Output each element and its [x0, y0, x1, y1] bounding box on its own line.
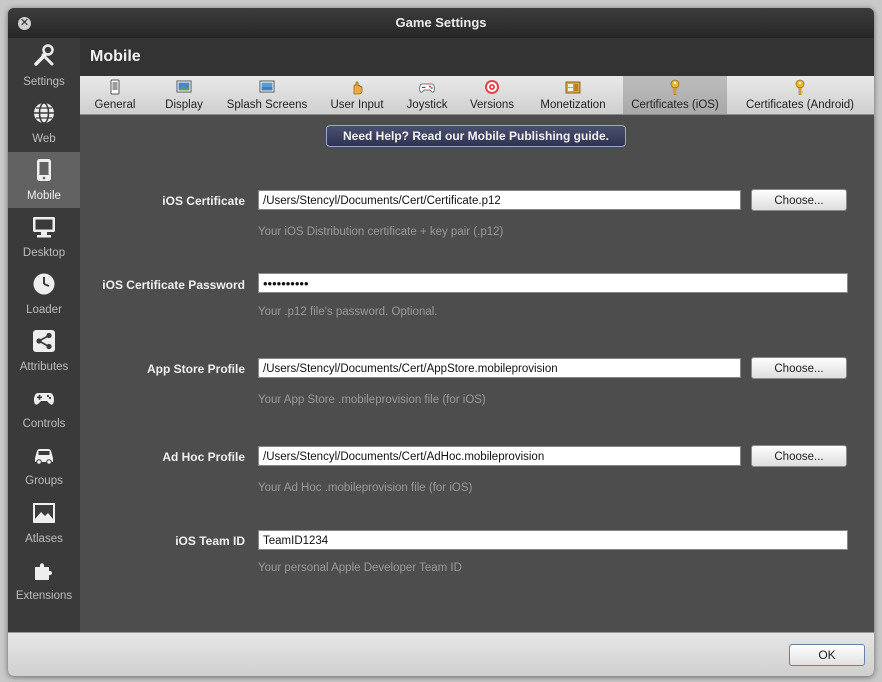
sidebar-item-label: Controls: [22, 418, 66, 430]
close-icon[interactable]: ✕: [18, 17, 31, 30]
share-icon: [33, 330, 55, 352]
sidebar-item-extensions[interactable]: Extensions: [8, 552, 80, 608]
sidebar-item-label: Settings: [23, 76, 65, 88]
tab-label: Certificates (iOS): [631, 99, 719, 111]
app-store-profile-field[interactable]: /Users/Stencyl/Documents/Cert/AppStore.m…: [258, 358, 741, 378]
footer-bar: OK: [8, 632, 874, 676]
tab-certificates-android[interactable]: Certificates (Android): [734, 76, 866, 114]
tab-label: Display: [165, 99, 203, 111]
sidebar-item-label: Groups: [25, 475, 63, 487]
sidebar-item-label: Atlases: [25, 533, 63, 545]
clock-icon: [33, 273, 55, 295]
ad-hoc-profile-hint: Your Ad Hoc .mobileprovision file (for i…: [258, 482, 473, 494]
sidebar: Settings Web Mobile Desktop Loader Attri…: [8, 38, 81, 632]
sidebar-item-label: Web: [32, 133, 56, 145]
app-store-profile-hint: Your App Store .mobileprovision file (fo…: [258, 394, 486, 406]
sidebar-item-settings[interactable]: Settings: [8, 38, 80, 94]
tab-general[interactable]: General: [86, 76, 144, 114]
sidebar-item-label: Extensions: [15, 590, 73, 602]
tab-user-input[interactable]: User Input: [320, 76, 394, 114]
team-id-field[interactable]: TeamID1234: [258, 530, 848, 550]
ios-password-label: iOS Certificate Password: [102, 278, 245, 292]
tab-label: User Input: [330, 99, 384, 111]
tab-label: Joystick: [406, 99, 448, 111]
sidebar-item-label: Attributes: [19, 361, 69, 373]
image-icon: [33, 503, 55, 523]
tab-display[interactable]: Display: [154, 76, 214, 114]
tab-label: Versions: [469, 99, 515, 111]
tab-label: Splash Screens: [226, 99, 308, 111]
game-settings-window: ✕ Game Settings Settings Web Mobile Desk…: [8, 8, 874, 676]
tab-monetization[interactable]: Monetization: [530, 76, 616, 114]
team-id-label: iOS Team ID: [175, 534, 245, 548]
display-icon: [176, 80, 192, 93]
ad-hoc-profile-field[interactable]: /Users/Stencyl/Documents/Cert/AdHoc.mobi…: [258, 446, 741, 466]
sidebar-item-web[interactable]: Web: [8, 95, 80, 151]
sidebar-item-mobile[interactable]: Mobile: [8, 152, 80, 208]
title-bar: ✕ Game Settings: [8, 8, 874, 38]
ad-hoc-profile-label: Ad Hoc Profile: [162, 450, 245, 464]
car-icon: [35, 449, 53, 465]
sidebar-item-atlases[interactable]: Atlases: [8, 495, 80, 551]
ios-certificate-choose-button[interactable]: Choose...: [751, 189, 847, 211]
ios-certificate-field[interactable]: /Users/Stencyl/Documents/Cert/Certificat…: [258, 190, 741, 210]
section-title: Mobile: [90, 48, 141, 65]
key-icon: [670, 79, 680, 95]
monitor-icon: [33, 217, 55, 238]
wrench-icon: [34, 44, 54, 66]
app-store-profile-choose-button[interactable]: Choose...: [751, 357, 847, 379]
ios-password-hint: Your .p12 file's password. Optional.: [258, 306, 438, 318]
sidebar-item-label: Mobile: [27, 190, 61, 202]
tab-label: Monetization: [540, 99, 606, 111]
ios-certificate-label: iOS Certificate: [162, 194, 245, 208]
tab-bar: General Display Splash Screens User Inpu…: [80, 76, 874, 115]
sidebar-item-groups[interactable]: Groups: [8, 437, 80, 493]
sidebar-item-label: Loader: [26, 304, 62, 316]
app-store-profile-label: App Store Profile: [146, 362, 245, 376]
team-id-hint: Your personal Apple Developer Team ID: [258, 562, 462, 574]
tab-joystick[interactable]: Joystick: [398, 76, 456, 114]
hand-icon: [353, 81, 363, 95]
tab-splash-screens[interactable]: Splash Screens: [224, 76, 310, 114]
sidebar-item-loader[interactable]: Loader: [8, 266, 80, 322]
phone-small-icon: [110, 79, 120, 95]
tab-versions[interactable]: Versions: [462, 76, 522, 114]
gamepad-icon: [34, 393, 54, 405]
ad-hoc-profile-choose-button[interactable]: Choose...: [751, 445, 847, 467]
sidebar-item-label: Desktop: [22, 247, 66, 259]
key-icon: [795, 79, 805, 95]
window-title: Game Settings: [395, 15, 487, 30]
ios-password-field[interactable]: ••••••••••: [258, 273, 848, 293]
phone-icon: [37, 159, 51, 181]
sidebar-item-controls[interactable]: Controls: [8, 380, 80, 436]
tab-certificates-ios[interactable]: Certificates (iOS): [623, 76, 727, 114]
ok-button[interactable]: OK: [789, 644, 865, 666]
tab-label: Certificates (Android): [745, 99, 854, 111]
section-header: Mobile: [80, 38, 874, 76]
tab-label: General: [94, 99, 136, 111]
help-button[interactable]: Need Help? Read our Mobile Publishing gu…: [326, 125, 626, 147]
puzzle-icon: [35, 563, 52, 580]
splash-icon: [259, 80, 275, 93]
sidebar-item-desktop[interactable]: Desktop: [8, 209, 80, 265]
sidebar-item-attributes[interactable]: Attributes: [8, 323, 80, 379]
content-panel: Need Help? Read our Mobile Publishing gu…: [80, 115, 874, 632]
globe-icon: [34, 102, 54, 124]
ios-certificate-hint: Your iOS Distribution certificate + key …: [258, 226, 504, 238]
target-icon: [485, 80, 499, 94]
joystick-icon: [419, 83, 435, 93]
monetization-icon: [565, 81, 581, 94]
